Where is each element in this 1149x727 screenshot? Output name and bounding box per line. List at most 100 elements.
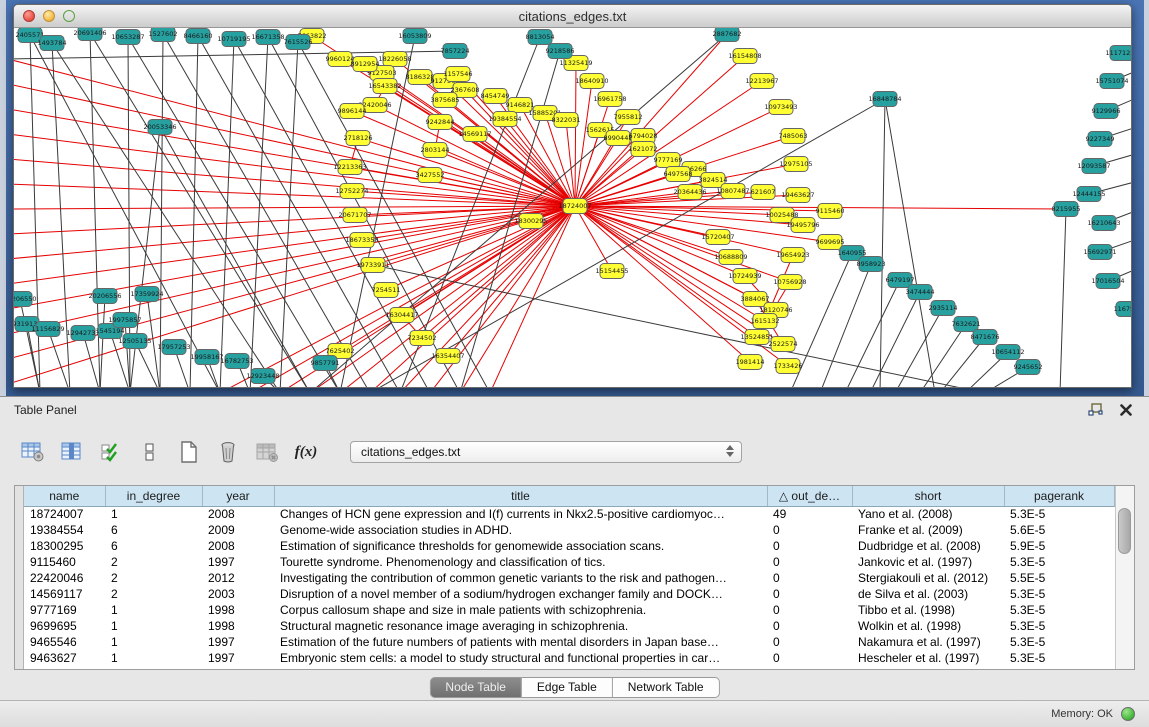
table-scrollbar-thumb[interactable] [1118, 508, 1131, 554]
network-node-label: 11325419 [559, 59, 592, 67]
table-cell: 5.3E-5 [1004, 506, 1114, 522]
table-row[interactable]: 1830029562008Estimation of significance … [24, 538, 1114, 554]
network-node-label: 9218586 [546, 47, 575, 55]
table-cell: Yano et al. (2008) [852, 506, 1004, 522]
table-cell: 1 [105, 650, 202, 666]
network-edge[interactable] [160, 34, 163, 387]
network-node-label: 16154808 [728, 52, 761, 60]
column-header-title[interactable]: title [274, 486, 767, 506]
table-row[interactable]: 1872400712008Changes of HCN gene express… [24, 506, 1114, 522]
network-node-label: 20206556 [88, 292, 121, 300]
network-node-label: 2935114 [929, 304, 958, 312]
table-row[interactable]: 2242004622012Investigating the contribut… [24, 570, 1114, 586]
table-row[interactable]: 977716911998Corpus callosum shape and si… [24, 602, 1114, 618]
network-edge[interactable] [820, 264, 871, 387]
network-edge[interactable] [845, 280, 900, 387]
network-edge[interactable] [885, 99, 935, 387]
table-row[interactable]: 969969511998Structural magnetic resonanc… [24, 618, 1114, 634]
function-builder-icon[interactable]: f(x) [293, 439, 319, 465]
network-window-titlebar[interactable]: citations_edges.txt [14, 5, 1131, 28]
network-node-label: 9242844 [426, 118, 455, 126]
network-node-label: 16782753 [220, 357, 253, 365]
network-edge[interactable] [1060, 209, 1066, 387]
table-cell: 0 [767, 554, 852, 570]
column-header-out-de-[interactable]: △ out_de… [767, 486, 852, 506]
table-cell: 2012 [202, 570, 274, 586]
float-panel-icon[interactable] [1085, 401, 1107, 419]
network-node-label: 8215955 [1052, 205, 1081, 213]
network-edge[interactable] [20, 299, 40, 387]
table-cell: Investigating the contribution of common… [274, 570, 767, 586]
table-cell: Structural magnetic resonance image aver… [274, 618, 767, 634]
network-edge[interactable] [14, 206, 575, 284]
table-row[interactable]: 911546021997Tourette syndrome. Phenomeno… [24, 554, 1114, 570]
column-header-short[interactable]: short [852, 486, 1004, 506]
row-mode-icon[interactable] [137, 439, 163, 465]
tab-network-table[interactable]: Network Table [613, 677, 720, 698]
tab-node-table[interactable]: Node Table [429, 677, 522, 698]
table-cell: 5.3E-5 [1004, 602, 1114, 618]
select-columns-icon[interactable] [98, 439, 124, 465]
column-header-pagerank[interactable]: pagerank [1004, 486, 1114, 506]
network-edge[interactable] [920, 324, 966, 387]
network-node-label: 8471676 [971, 333, 1000, 341]
table-cell: de Silva et al. (2003) [852, 586, 1004, 602]
network-node-label: 18640910 [575, 77, 608, 85]
network-edge[interactable] [575, 81, 592, 206]
network-node-label: 15154455 [595, 267, 628, 275]
network-view[interactable]: 1872400711325419186409101696175879558121… [14, 28, 1131, 387]
table-cell: 1 [105, 602, 202, 618]
table-scrollbar[interactable] [1115, 486, 1134, 669]
table-grid: namein_degreeyeartitle△ out_de…shortpage… [24, 486, 1115, 669]
network-edge[interactable] [895, 308, 943, 387]
network-edge[interactable] [448, 206, 575, 356]
table-cell: 1998 [202, 602, 274, 618]
network-edge[interactable] [870, 292, 920, 387]
network-node-label: 9245652 [1014, 363, 1043, 371]
delete-rows-icon[interactable] [215, 439, 241, 465]
table-cell: Dudbridge et al. (2008) [852, 538, 1004, 554]
network-edge[interactable] [880, 99, 885, 387]
network-node-label: 17016504 [1091, 277, 1124, 285]
network-canvas[interactable]: 1872400711325419186409101696175879558121… [14, 28, 1131, 387]
network-edge[interactable] [100, 296, 105, 387]
network-node-label: 12752274 [335, 187, 368, 195]
network-node-label: 16848784 [868, 95, 901, 103]
network-edge[interactable] [460, 206, 575, 387]
network-window[interactable]: citations_edges.txt 18724007113254191864… [13, 4, 1132, 388]
table-cell: 9699695 [24, 618, 105, 634]
table-cell: 2003 [202, 586, 274, 602]
close-panel-icon[interactable] [1115, 401, 1137, 419]
network-node-label: 9146821 [506, 101, 535, 109]
network-node-label: 16210643 [1087, 219, 1120, 227]
network-edge[interactable] [14, 159, 575, 206]
table-row[interactable]: 946362711997Embryonic stem cells: a mode… [24, 650, 1114, 666]
table-select[interactable]: citations_edges.txt [350, 441, 742, 463]
network-edge[interactable] [422, 206, 575, 338]
table-settings-icon[interactable] [20, 439, 46, 465]
network-edge[interactable] [14, 206, 575, 234]
network-node-label: 8322031 [552, 116, 581, 124]
network-edge[interactable] [128, 37, 340, 387]
network-node-label: 7955812 [614, 113, 643, 121]
column-visibility-icon[interactable] [59, 439, 85, 465]
network-edge[interactable] [220, 39, 234, 387]
new-table-icon[interactable] [176, 439, 202, 465]
table-cell: 6 [105, 538, 202, 554]
table-row[interactable]: 1938455462009Genome-wide association stu… [24, 522, 1114, 538]
network-node-label: 3427552 [416, 171, 445, 179]
table-cell: Estimation of the future numbers of pati… [274, 634, 767, 650]
table-row[interactable]: 946554611997Estimation of the future num… [24, 634, 1114, 650]
table-cell: 5.3E-5 [1004, 634, 1114, 650]
network-window-title: citations_edges.txt [14, 9, 1131, 24]
network-node-label: 3884067 [741, 295, 770, 303]
tab-edge-table[interactable]: Edge Table [522, 677, 613, 698]
column-header-in-degree[interactable]: in_degree [105, 486, 202, 506]
table-row[interactable]: 1456911722003Disruption of a novel membe… [24, 586, 1114, 602]
network-node-label: 16354407 [431, 352, 464, 360]
network-node-label: 18226058 [378, 55, 411, 63]
column-header-name[interactable]: name [24, 486, 105, 506]
column-header-year[interactable]: year [202, 486, 274, 506]
network-edge[interactable] [14, 109, 575, 206]
network-edge[interactable] [280, 42, 298, 387]
